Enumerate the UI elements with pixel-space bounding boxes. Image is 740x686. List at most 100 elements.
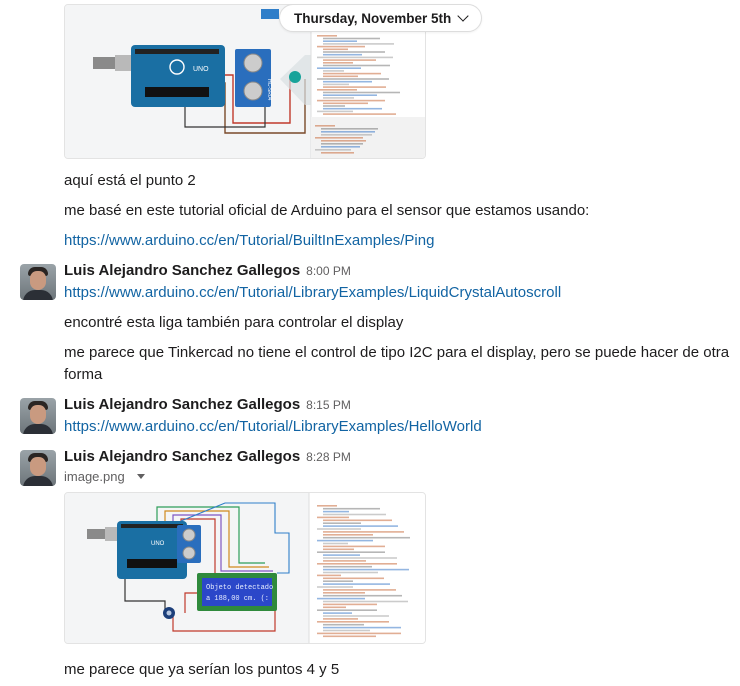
code-line (323, 40, 357, 42)
code-line (323, 603, 377, 606)
code-line (323, 615, 389, 617)
message-text: encontré esta liga también para controla… (64, 314, 404, 331)
code-line (317, 56, 393, 59)
sender-name[interactable]: Luis Alejandro Sanchez Gallegos (64, 448, 300, 465)
code-line (317, 516, 349, 519)
code-line (317, 67, 361, 69)
code-line (323, 64, 390, 67)
code-line (323, 623, 364, 626)
code-line (323, 53, 362, 56)
code-line (323, 97, 354, 99)
timestamp[interactable]: 8:28 PM (306, 450, 351, 464)
code-line (323, 94, 377, 96)
date-divider-button[interactable]: Thursday, November 5th (279, 4, 483, 32)
code-line (323, 75, 358, 78)
code-line (323, 557, 397, 559)
code-line (315, 137, 363, 139)
code-line (323, 522, 361, 524)
message-header: Luis Alejandro Sanchez Gallegos 8:28 PM (64, 447, 351, 467)
message-link[interactable]: https://www.arduino.cc/en/Tutorial/Built… (64, 232, 434, 249)
code-line (323, 43, 394, 45)
code-line (323, 513, 386, 516)
message-text: forma (64, 366, 103, 383)
code-line (323, 629, 370, 632)
code-line (323, 86, 386, 88)
board-label-2: UNO (151, 541, 165, 547)
timestamp[interactable]: 8:00 PM (306, 264, 351, 278)
message-text: me parece que Tinkercad no tiene el cont… (64, 344, 730, 361)
code-line (321, 143, 363, 145)
code-line (317, 78, 389, 80)
code-line (323, 51, 385, 53)
code-line (323, 583, 390, 585)
code-line (323, 580, 353, 582)
code-line (323, 59, 376, 61)
message-link[interactable]: https://www.arduino.cc/en/Tutorial/Libra… (64, 284, 561, 301)
code-line (323, 536, 410, 539)
code-line (321, 134, 372, 136)
code-line (317, 632, 401, 635)
date-label: Thursday, November 5th (294, 10, 452, 26)
code-line (317, 89, 357, 91)
code-line (317, 609, 377, 611)
message-header: Luis Alejandro Sanchez Gallegos 8:15 PM (64, 395, 351, 415)
board-label: UNO (193, 66, 209, 73)
code-line (323, 510, 349, 513)
code-line (323, 635, 376, 638)
code-line (317, 539, 373, 542)
timestamp[interactable]: 8:15 PM (306, 398, 351, 412)
code-line (323, 519, 392, 522)
code-line (317, 597, 365, 600)
avatar[interactable] (20, 450, 56, 486)
code-line (323, 612, 352, 614)
code-line (323, 577, 384, 580)
file-name-toggle[interactable]: image.png (64, 469, 145, 484)
code-line (323, 626, 401, 629)
sensor-label: HC-SR04 (266, 79, 272, 101)
code-line (323, 531, 404, 533)
code-line (321, 128, 378, 130)
code-line (323, 72, 381, 75)
code-line (317, 528, 361, 530)
code-line (323, 548, 354, 551)
code-line (323, 507, 380, 510)
code-line (321, 146, 360, 148)
code-line (321, 152, 354, 154)
message-text: me parece que ya serían los puntos 4 y 5 (64, 661, 340, 678)
code-line (323, 618, 358, 620)
code-line (323, 554, 360, 556)
code-line (323, 113, 396, 115)
code-line (317, 586, 353, 588)
code-line (317, 621, 389, 623)
message-link[interactable]: https://www.arduino.cc/en/Tutorial/Libra… (64, 418, 482, 435)
code-line (317, 35, 337, 37)
code-line (323, 70, 344, 72)
file-name: image.png (64, 469, 125, 484)
code-line (323, 565, 372, 568)
message-header: Luis Alejandro Sanchez Gallegos 8:00 PM (64, 261, 351, 281)
code-line (317, 110, 353, 113)
code-line (317, 551, 385, 553)
code-line (315, 149, 351, 151)
sender-name[interactable]: Luis Alejandro Sanchez Gallegos (64, 396, 300, 413)
message-text: me basé en este tutorial oficial de Ardu… (64, 202, 590, 219)
code-line (323, 560, 366, 562)
code-line (323, 589, 396, 591)
message-text: aquí está el punto 2 (64, 172, 196, 189)
code-line (323, 594, 402, 597)
avatar[interactable] (20, 264, 56, 300)
code-line (323, 592, 365, 594)
code-line (321, 140, 366, 142)
avatar[interactable] (20, 398, 56, 434)
code-line (317, 574, 341, 577)
sender-name[interactable]: Luis Alejandro Sanchez Gallegos (64, 262, 300, 279)
tinkercad-screenshot-2[interactable]: UNO Objeto detectado a 188,00 cm. (: (64, 492, 426, 644)
code-line (323, 91, 400, 94)
circuit-diagram-2: UNO Objeto detectado a 188,00 cm. (: (65, 493, 425, 643)
code-line (323, 606, 346, 609)
code-line (315, 125, 335, 127)
code-line (323, 571, 378, 574)
code-line (323, 600, 408, 603)
code-line (323, 62, 353, 64)
code-line (323, 83, 349, 86)
